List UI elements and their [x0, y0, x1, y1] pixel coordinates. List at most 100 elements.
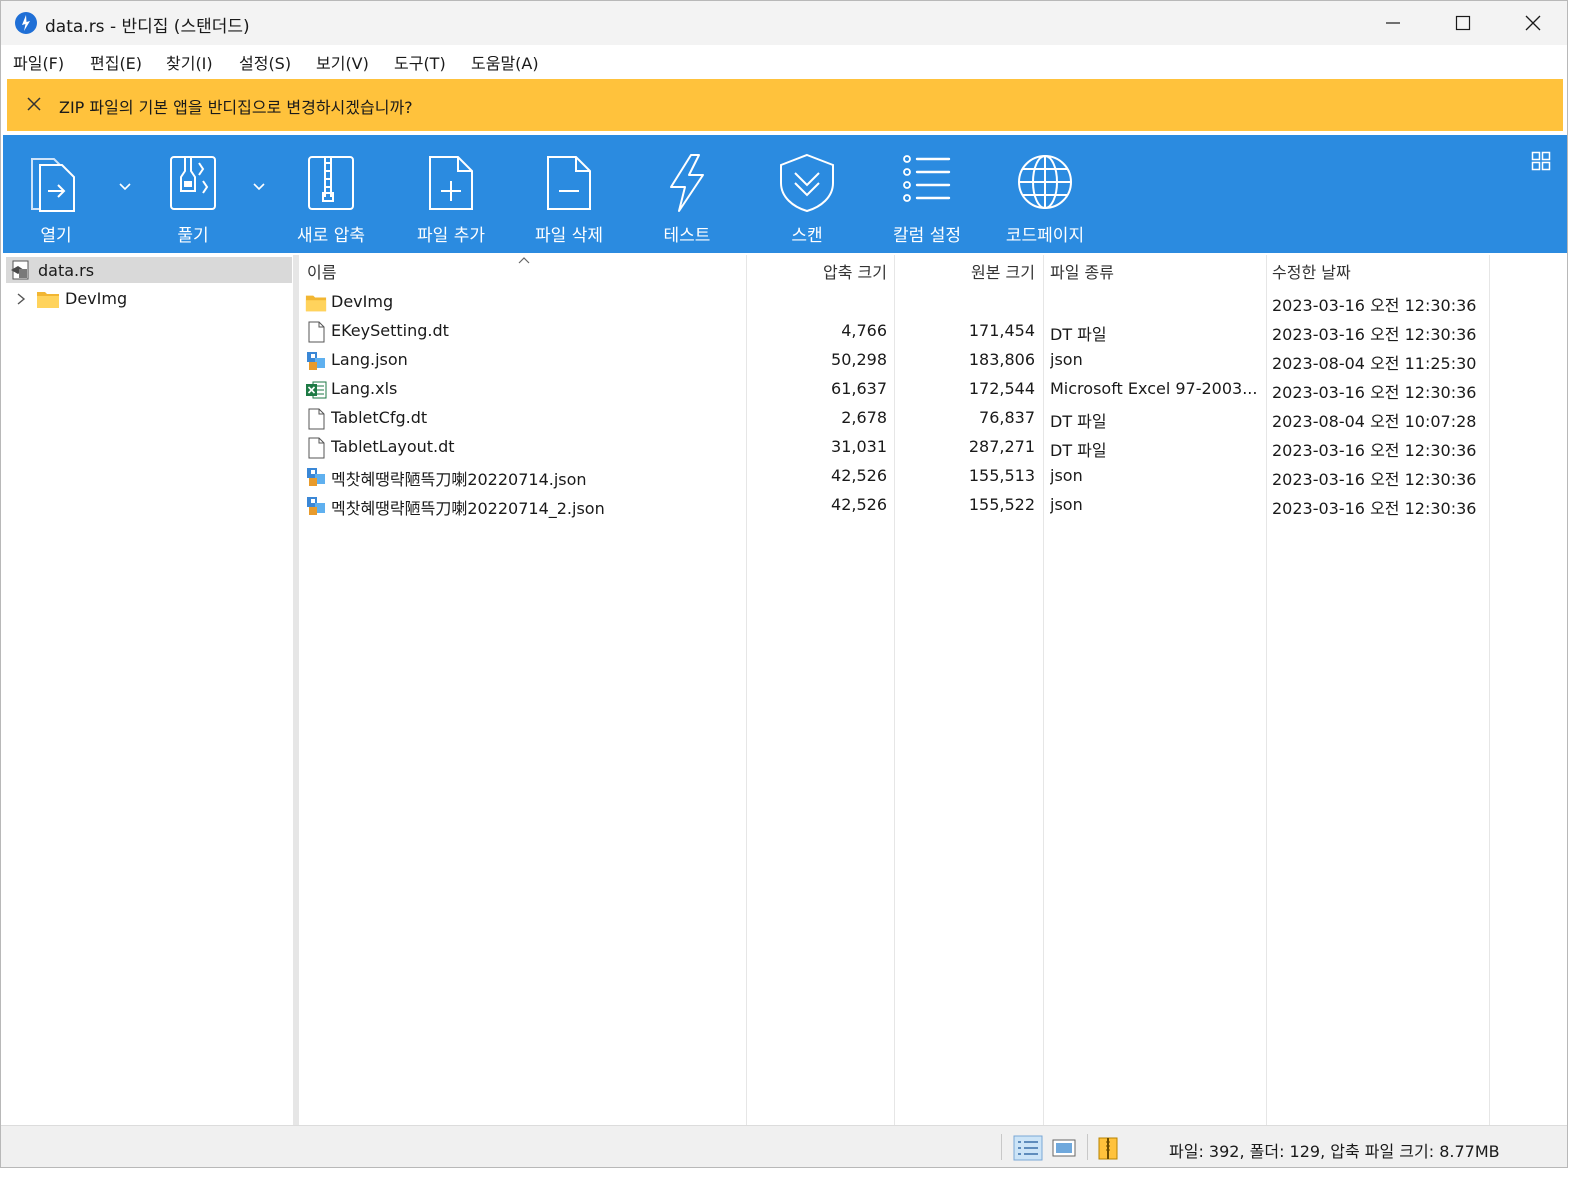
- new-archive-button[interactable]: 새로 압축: [281, 135, 381, 253]
- file-row[interactable]: Lang.json 50,298 183,806 json 2023-08-04…: [299, 346, 1489, 374]
- extract-dropdown-chevron-icon[interactable]: [249, 177, 269, 197]
- file-name: TabletLayout.dt: [331, 437, 455, 456]
- extract-button[interactable]: 풀기: [141, 135, 245, 253]
- file-original-size: 172,544: [968, 379, 1035, 398]
- file-type: json: [1050, 350, 1083, 369]
- shield-scan-icon: [780, 153, 834, 213]
- add-file-icon: [429, 156, 473, 210]
- main-toolbar: 열기 풀기 새로 압축 파일 추가 파일 삭제 테스트 스캔 칼럼 설정 코드페…: [3, 135, 1567, 253]
- menu-settings[interactable]: 설정(S): [239, 50, 291, 74]
- extract-label: 풀기: [177, 226, 209, 246]
- file-original-size: 287,271: [968, 437, 1035, 456]
- file-row[interactable]: 멕찻혜땡략陋뜩刀喇20220714.json 42,526 155,513 js…: [299, 462, 1489, 490]
- archive-info-icon[interactable]: [1097, 1135, 1123, 1161]
- list-columns-icon: [903, 155, 951, 202]
- status-divider: [1001, 1134, 1002, 1160]
- tree-item-devimg[interactable]: DevImg: [6, 286, 292, 312]
- json-file-icon: [307, 352, 325, 370]
- file-type: json: [1050, 466, 1083, 485]
- file-compressed-size: 31,031: [831, 437, 887, 456]
- file-modified-date: 2023-03-16 오전 12:30:36: [1272, 383, 1477, 402]
- file-compressed-size: 4,766: [841, 321, 887, 340]
- file-row[interactable]: TabletCfg.dt 2,678 76,837 DT 파일 2023-08-…: [299, 404, 1489, 432]
- file-row[interactable]: DevImg 2023-03-16 오전 12:30:36: [299, 288, 1489, 316]
- file-original-size: 155,522: [968, 495, 1035, 514]
- column-header-compressed[interactable]: 압축 크기: [747, 259, 887, 283]
- file-type: DT 파일: [1050, 412, 1107, 431]
- globe-codepage-icon: [1018, 155, 1072, 209]
- title-bar: data.rs - 반디집 (스탠더드): [1, 1, 1567, 45]
- chevron-right-icon[interactable]: [14, 291, 28, 307]
- column-settings-button[interactable]: 칼럼 설정: [877, 135, 977, 253]
- layout-grid-icon[interactable]: [1531, 151, 1551, 171]
- file-name: Lang.xls: [331, 379, 398, 398]
- codepage-label: 코드페이지: [1005, 226, 1085, 246]
- test-button[interactable]: 테스트: [639, 135, 735, 253]
- column-header-type[interactable]: 파일 종류: [1050, 259, 1114, 283]
- column-header-original[interactable]: 원본 크기: [895, 259, 1035, 283]
- add-files-label: 파일 추가: [417, 226, 485, 246]
- file-modified-date: 2023-08-04 오전 11:25:30: [1272, 354, 1477, 373]
- file-compressed-size: 2,678: [841, 408, 887, 427]
- file-original-size: 155,513: [968, 466, 1035, 485]
- file-name: Lang.json: [331, 350, 408, 369]
- file-modified-date: 2023-08-04 오전 10:07:28: [1272, 412, 1477, 431]
- open-icon: [31, 158, 75, 212]
- tree-root-archive[interactable]: data.rs: [6, 257, 292, 283]
- file-row[interactable]: 멕찻혜땡략陋뜩刀喇20220714_2.json 42,526 155,522 …: [299, 491, 1489, 519]
- open-dropdown-chevron-icon[interactable]: [115, 177, 135, 197]
- close-button[interactable]: [1498, 1, 1567, 45]
- file-modified-date: 2023-03-16 오전 12:30:36: [1272, 325, 1477, 344]
- file-list: 이름 압축 크기 원본 크기 파일 종류 수정한 날짜 DevImg 2023-…: [299, 255, 1567, 1125]
- tree-item-label: DevImg: [65, 289, 128, 308]
- file-name: 멕찻혜땡략陋뜩刀喇20220714_2.json: [331, 499, 605, 518]
- menu-find[interactable]: 찾기(I): [166, 50, 213, 74]
- menu-edit[interactable]: 편집(E): [90, 50, 142, 74]
- app-window: data.rs - 반디집 (스탠더드) 파일(F) 편집(E) 찾기(I) 설…: [0, 0, 1568, 1168]
- column-header-modified[interactable]: 수정한 날짜: [1272, 259, 1351, 283]
- tree-root-label: data.rs: [38, 261, 95, 280]
- column-divider[interactable]: [1489, 255, 1490, 1125]
- delete-files-button[interactable]: 파일 삭제: [519, 135, 619, 253]
- details-view-icon[interactable]: [1013, 1135, 1043, 1161]
- folder-tree: data.rs DevImg: [3, 255, 293, 1125]
- zipper-extract-icon: [170, 156, 216, 210]
- menu-tools[interactable]: 도구(T): [394, 50, 446, 74]
- add-files-button[interactable]: 파일 추가: [401, 135, 501, 253]
- column-settings-label: 칼럼 설정: [893, 226, 961, 246]
- minimize-button[interactable]: [1358, 1, 1428, 45]
- menu-file[interactable]: 파일(F): [13, 50, 64, 74]
- menu-help[interactable]: 도움말(A): [471, 50, 539, 74]
- file-modified-date: 2023-03-16 오전 12:30:36: [1272, 441, 1477, 460]
- file-name: DevImg: [331, 292, 394, 311]
- close-icon: [1525, 15, 1541, 31]
- file-name: TabletCfg.dt: [331, 408, 428, 427]
- column-header-name[interactable]: 이름: [307, 259, 336, 283]
- file-row[interactable]: EKeySetting.dt 4,766 171,454 DT 파일 2023-…: [299, 317, 1489, 345]
- file-type: DT 파일: [1050, 441, 1107, 460]
- notification-message[interactable]: ZIP 파일의 기본 앱을 반디집으로 변경하시겠습니까?: [59, 94, 413, 118]
- file-type: json: [1050, 495, 1083, 514]
- file-modified-date: 2023-03-16 오전 12:30:36: [1272, 296, 1477, 315]
- archive-file-icon: [11, 260, 29, 280]
- minimize-icon: [1386, 22, 1400, 24]
- file-name: EKeySetting.dt: [331, 321, 449, 340]
- file-type: Microsoft Excel 97-2003...: [1050, 379, 1258, 398]
- status-bar: 파일: 392, 폴더: 129, 압축 파일 크기: 8.77MB: [1, 1125, 1567, 1167]
- file-row[interactable]: TabletLayout.dt 31,031 287,271 DT 파일 202…: [299, 433, 1489, 461]
- delete-files-label: 파일 삭제: [535, 226, 603, 246]
- scan-button[interactable]: 스캔: [759, 135, 855, 253]
- folder-icon: [37, 292, 59, 308]
- open-button[interactable]: 열기: [3, 135, 109, 253]
- dismiss-close-icon[interactable]: [25, 95, 43, 113]
- codepage-button[interactable]: 코드페이지: [993, 135, 1097, 253]
- thumbnail-view-icon[interactable]: [1051, 1135, 1077, 1161]
- maximize-button[interactable]: [1428, 1, 1498, 45]
- lightning-test-icon: [670, 154, 704, 212]
- file-row[interactable]: Lang.xls 61,637 172,544 Microsoft Excel …: [299, 375, 1489, 403]
- file-original-size: 183,806: [968, 350, 1035, 369]
- status-text: 파일: 392, 폴더: 129, 압축 파일 크기: 8.77MB: [1169, 1142, 1500, 1161]
- file-original-size: 171,454: [968, 321, 1035, 340]
- menu-view[interactable]: 보기(V): [316, 50, 369, 74]
- file-type: DT 파일: [1050, 325, 1107, 344]
